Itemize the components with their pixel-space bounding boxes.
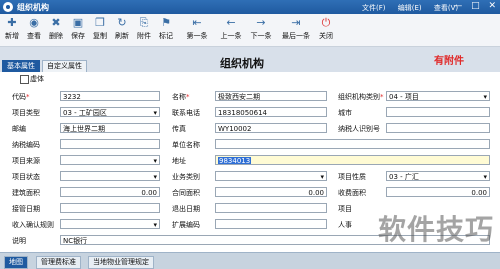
project-label: 项目 <box>338 205 352 213</box>
prev-icon: ← <box>226 16 236 29</box>
new-button[interactable]: ✚ 新增 <box>2 16 22 41</box>
taxpayer-label: 纳税人识别号 <box>338 125 380 133</box>
virtual-label: 虚体 <box>30 75 44 83</box>
view-icon: ◉ <box>29 16 39 29</box>
bottom-tab-bar: 地图 管理费标准 当地物业管理规定 <box>0 252 500 269</box>
source-label: 项目来源 <box>12 157 40 165</box>
watermark: 软件技巧 <box>377 213 494 246</box>
exit-date-field[interactable] <box>215 203 327 213</box>
status-select[interactable] <box>60 171 160 181</box>
revenue-rule-select[interactable] <box>60 219 160 229</box>
company-field[interactable] <box>215 139 490 149</box>
last-icon: ⇥ <box>291 16 301 29</box>
attachment-button[interactable]: ⎘ 附件 <box>134 16 154 41</box>
refresh-icon: ↻ <box>117 16 127 29</box>
window-close-icon[interactable]: ✕ <box>488 1 496 11</box>
ext-code-field[interactable] <box>215 219 327 229</box>
company-label: 单位名称 <box>172 141 200 149</box>
project-type-select[interactable]: 03 - 工矿园区 <box>60 107 160 117</box>
next-record-button[interactable]: → 下一条 <box>248 16 274 41</box>
org-type-select[interactable]: 04 - 项目 <box>386 91 490 101</box>
fax-label: 传真 <box>172 125 186 133</box>
new-icon: ✚ <box>7 16 17 29</box>
exit-label: 退出日期 <box>172 205 200 213</box>
tab-map[interactable]: 地图 <box>4 256 28 269</box>
city-field[interactable] <box>386 107 490 117</box>
attachment-icon: ⎘ <box>139 16 149 29</box>
revenue-rule-label: 收入确认规则 <box>12 221 54 229</box>
org-type-label: 组织机构类别* <box>338 93 384 101</box>
mark-icon: ⚑ <box>161 16 171 29</box>
first-record-button[interactable]: ⇤ 第一条 <box>184 16 210 41</box>
next-icon: → <box>256 16 266 29</box>
name-label: 名称* <box>172 93 190 101</box>
status-label: 项目状态 <box>12 173 40 181</box>
phone-field[interactable]: 18318050614 <box>215 107 327 117</box>
first-icon: ⇤ <box>192 16 202 29</box>
address-field[interactable]: 9834013 <box>215 155 490 165</box>
build-area-label: 建筑面积 <box>12 189 40 197</box>
charge-area-label: 收费面积 <box>338 189 366 197</box>
window-title: 组织机构 <box>17 3 49 12</box>
menu-edit[interactable]: 编辑(E) <box>398 4 422 12</box>
close-button[interactable]: ⏻ 关闭 <box>316 16 336 41</box>
ext-code-label: 扩展编码 <box>172 221 200 229</box>
view-button[interactable]: ◉ 查看 <box>24 16 44 41</box>
taxpayer-field[interactable] <box>386 123 490 133</box>
page-title: 组织机构 <box>220 57 264 70</box>
code-field[interactable]: 3232 <box>60 91 160 101</box>
contract-area-field[interactable]: 0.00 <box>215 187 327 197</box>
tab-management-fee[interactable]: 管理费标准 <box>36 256 81 269</box>
name-field[interactable]: 极致西安二期 <box>215 91 327 101</box>
nature-select[interactable]: 03 - 广汇 <box>386 171 490 181</box>
takeover-label: 接管日期 <box>12 205 40 213</box>
postcode-field[interactable]: 海上世界二期 <box>60 123 160 133</box>
biz-type-select[interactable] <box>215 171 327 181</box>
minimize-icon[interactable]: — <box>453 1 462 11</box>
title-bar: 组织机构 文件(F) 编辑(E) 查看(V) — □ ✕ <box>0 0 500 14</box>
attachment-note: 有附件 <box>434 56 464 67</box>
project-type-label: 项目类型 <box>12 109 40 117</box>
city-label: 城市 <box>338 109 352 117</box>
delete-icon: ✖ <box>51 16 61 29</box>
code-label: 代码* <box>12 93 30 101</box>
contract-area-label: 合同面积 <box>172 189 200 197</box>
delete-button[interactable]: ✖ 删除 <box>46 16 66 41</box>
tax-code-label: 纳税编码 <box>12 141 40 149</box>
close-icon: ⏻ <box>321 16 331 29</box>
toolbar: ✚ 新增 ◉ 查看 ✖ 删除 ▣ 保存 ❐ 复制 ↻ 刷新 ⎘ 附件 ⚑ 标记 ⇤ 第一条 ← 上一… <box>0 14 500 47</box>
address-label: 地址 <box>172 157 186 165</box>
maximize-icon[interactable]: □ <box>471 1 480 11</box>
tax-code-field[interactable] <box>60 139 160 149</box>
charge-area-field[interactable]: 0.00 <box>386 187 490 197</box>
menu-file[interactable]: 文件(F) <box>362 4 386 12</box>
fax-field[interactable]: WY10002 <box>215 123 327 133</box>
window-controls: — □ ✕ <box>447 1 496 11</box>
last-record-button[interactable]: ⇥ 最后一条 <box>280 16 312 41</box>
mark-button[interactable]: ⚑ 标记 <box>156 16 176 41</box>
tab-local-regulations[interactable]: 当地物业管理规定 <box>88 256 154 269</box>
save-icon: ▣ <box>72 16 84 29</box>
postcode-label: 邮编 <box>12 125 26 133</box>
save-button[interactable]: ▣ 保存 <box>68 16 88 41</box>
phone-label: 联系电话 <box>172 109 200 117</box>
person-label: 人事 <box>338 221 352 229</box>
takeover-date-field[interactable] <box>60 203 160 213</box>
biz-type-label: 业务类别 <box>172 173 200 181</box>
nature-label: 项目性质 <box>338 173 366 181</box>
source-select[interactable] <box>60 155 160 165</box>
description-label: 说明 <box>12 237 26 245</box>
app-logo-icon <box>3 2 13 12</box>
copy-button[interactable]: ❐ 复制 <box>90 16 110 41</box>
virtual-checkbox[interactable] <box>20 75 29 84</box>
refresh-button[interactable]: ↻ 刷新 <box>112 16 132 41</box>
copy-icon: ❐ <box>95 16 105 29</box>
prev-record-button[interactable]: ← 上一条 <box>218 16 244 41</box>
build-area-field[interactable]: 0.00 <box>60 187 160 197</box>
